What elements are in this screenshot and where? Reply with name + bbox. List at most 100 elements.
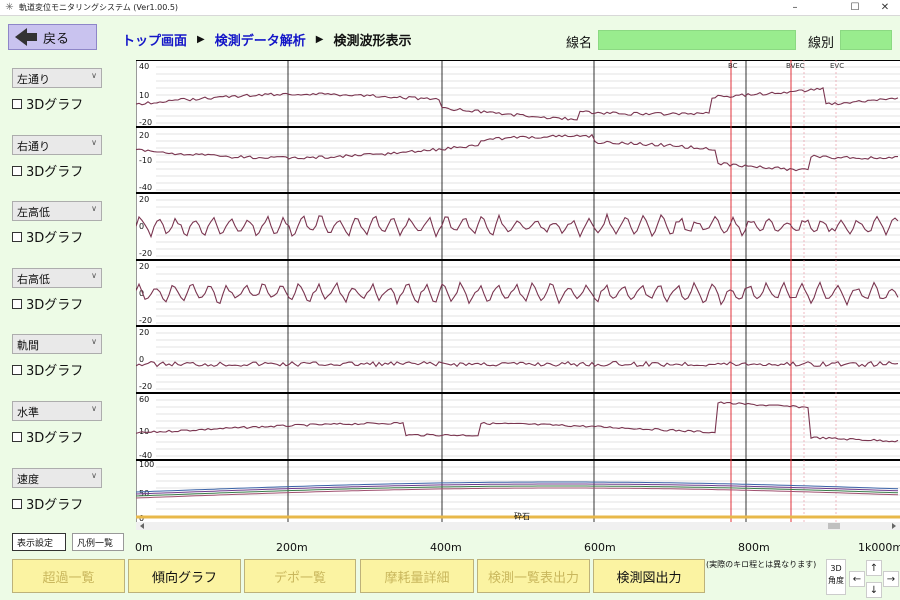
line-name-field (598, 30, 796, 50)
graph3d-label: 3Dグラフ (26, 364, 84, 379)
excess-list-button[interactable]: 超過一覧 (12, 559, 125, 593)
graph3d-label: 3Dグラフ (26, 431, 84, 446)
angle-3d-label: 3D 角度 (826, 559, 846, 595)
legend-list-button[interactable]: 凡例一覧 (72, 533, 124, 551)
graph3d-checkbox[interactable]: 3Dグラフ (12, 94, 83, 113)
y-tick-label: -10 (139, 156, 152, 165)
channel-select[interactable]: 右高低 ∨ (12, 268, 102, 288)
channel-select-value: 右通り (17, 140, 50, 153)
crumb-separator-icon: ▶ (197, 34, 205, 45)
channel-select-value: 右高低 (17, 273, 50, 286)
measure-table-button[interactable]: 検測一覧表出力 (477, 559, 590, 593)
breadcrumb: トップ画面 ▶ 検測データ解析 ▶ 検測波形表示 (122, 30, 411, 49)
wear-detail-button[interactable]: 摩耗量詳細 (360, 559, 474, 593)
chevron-down-icon: ∨ (91, 404, 97, 413)
channel-select-value: 速度 (17, 473, 39, 486)
minimize-button[interactable]: – (780, 0, 810, 16)
x-tick-label: 600m (584, 541, 616, 554)
graph3d-label: 3Dグラフ (26, 165, 84, 180)
trend-graph-button[interactable]: 傾向グラフ (128, 559, 241, 593)
display-settings-button[interactable]: 表示設定 (12, 533, 66, 551)
y-tick-label: 40 (139, 62, 149, 71)
y-tick-label: 20 (139, 131, 149, 140)
graph3d-checkbox[interactable]: 3Dグラフ (12, 360, 83, 379)
y-tick-label: 60 (139, 395, 149, 404)
chevron-down-icon: ∨ (91, 337, 97, 346)
y-tick-label: -20 (139, 249, 152, 258)
checkbox-box[interactable] (12, 431, 22, 442)
chevron-down-icon: ∨ (91, 271, 97, 280)
line-name-label: 線名 (566, 36, 593, 51)
y-tick-label: -20 (139, 316, 152, 325)
y-tick-label: 20 (139, 262, 149, 271)
chevron-down-icon: ∨ (91, 204, 97, 213)
back-button[interactable]: 戻る (8, 24, 97, 50)
maximize-button[interactable]: ☐ (840, 0, 870, 16)
graph3d-checkbox[interactable]: 3Dグラフ (12, 494, 83, 513)
app-icon: ✳ (5, 2, 14, 13)
x-tick-label: 800m (738, 541, 770, 554)
channel-select-value: 左高低 (17, 206, 50, 219)
checkbox-box[interactable] (12, 231, 22, 242)
y-tick-label: -40 (139, 451, 152, 460)
angle-3d-text: 3D (830, 564, 842, 573)
channel-select[interactable]: 軌間 ∨ (12, 334, 102, 354)
channel-select-value: 左通り (17, 73, 50, 86)
chevron-down-icon: ∨ (91, 471, 97, 480)
close-button[interactable]: ✕ (870, 0, 900, 16)
checkbox-box[interactable] (12, 165, 22, 176)
waveform-chart: 4010-2020-10-40200-20200-20200-206010-40… (136, 60, 900, 530)
channel-select[interactable]: 速度 ∨ (12, 468, 102, 488)
graph3d-label: 3Dグラフ (26, 498, 84, 513)
checkbox-box[interactable] (12, 498, 22, 509)
channel-select[interactable]: 左通り ∨ (12, 68, 102, 88)
graph3d-label: 3Dグラフ (26, 298, 84, 313)
graph3d-label: 3Dグラフ (26, 98, 84, 113)
crumb-separator-icon: ▶ (315, 34, 324, 45)
crumb-top[interactable]: トップ画面 (122, 30, 187, 49)
angle-text: 角度 (828, 576, 844, 585)
graph3d-checkbox[interactable]: 3Dグラフ (12, 227, 83, 246)
kilometer-note: (実際のキロ程とは異なります) (706, 560, 817, 569)
back-button-label: 戻る (43, 31, 70, 47)
down-arrow-icon[interactable]: ↓ (866, 582, 882, 598)
marker-label: BC (728, 62, 738, 70)
back-arrow-shaft (27, 33, 37, 41)
channel-select-value: 水準 (17, 406, 39, 419)
up-arrow-icon[interactable]: ↑ (866, 560, 882, 576)
back-arrow-icon (15, 28, 27, 46)
x-tick-label: 200m (276, 541, 308, 554)
checkbox-box[interactable] (12, 98, 22, 109)
graph3d-checkbox[interactable]: 3Dグラフ (12, 427, 83, 446)
graph3d-checkbox[interactable]: 3Dグラフ (12, 161, 83, 180)
channel-select[interactable]: 右通り ∨ (12, 135, 102, 155)
y-tick-label: 100 (139, 460, 154, 469)
scrollbar-thumb (828, 523, 840, 529)
y-tick-label: 10 (139, 91, 149, 100)
checkbox-box[interactable] (12, 298, 22, 309)
graph3d-checkbox[interactable]: 3Dグラフ (12, 294, 83, 313)
measure-chart-button[interactable]: 検測図出力 (593, 559, 705, 593)
y-tick-label: -20 (139, 382, 152, 391)
ballast-label: 砕石 (514, 511, 530, 521)
marker-label: BVEC (786, 62, 805, 70)
title-bar: ✳ 軌道変位モニタリングシステム (Ver1.00.5) – ☐ ✕ (0, 0, 900, 16)
channel-select[interactable]: 左高低 ∨ (12, 201, 102, 221)
y-tick-label: 0 (139, 355, 144, 364)
x-tick-label: 1k000m (858, 541, 900, 554)
graph3d-label: 3Dグラフ (26, 231, 84, 246)
depot-list-button[interactable]: デポ一覧 (244, 559, 356, 593)
y-tick-label: 10 (139, 427, 149, 436)
line-type-field (840, 30, 892, 50)
y-tick-label: 0 (139, 222, 144, 231)
left-arrow-icon[interactable]: ← (849, 571, 865, 587)
chevron-down-icon: ∨ (91, 138, 97, 147)
window-title: 軌道変位モニタリングシステム (Ver1.00.5) (19, 3, 179, 12)
right-arrow-icon[interactable]: → (883, 571, 899, 587)
y-tick-label: -40 (139, 183, 152, 192)
chevron-down-icon: ∨ (91, 71, 97, 80)
channel-select[interactable]: 水準 ∨ (12, 401, 102, 421)
line-type-label: 線別 (808, 36, 835, 51)
crumb-analysis[interactable]: 検測データ解析 (215, 30, 306, 49)
checkbox-box[interactable] (12, 364, 22, 375)
